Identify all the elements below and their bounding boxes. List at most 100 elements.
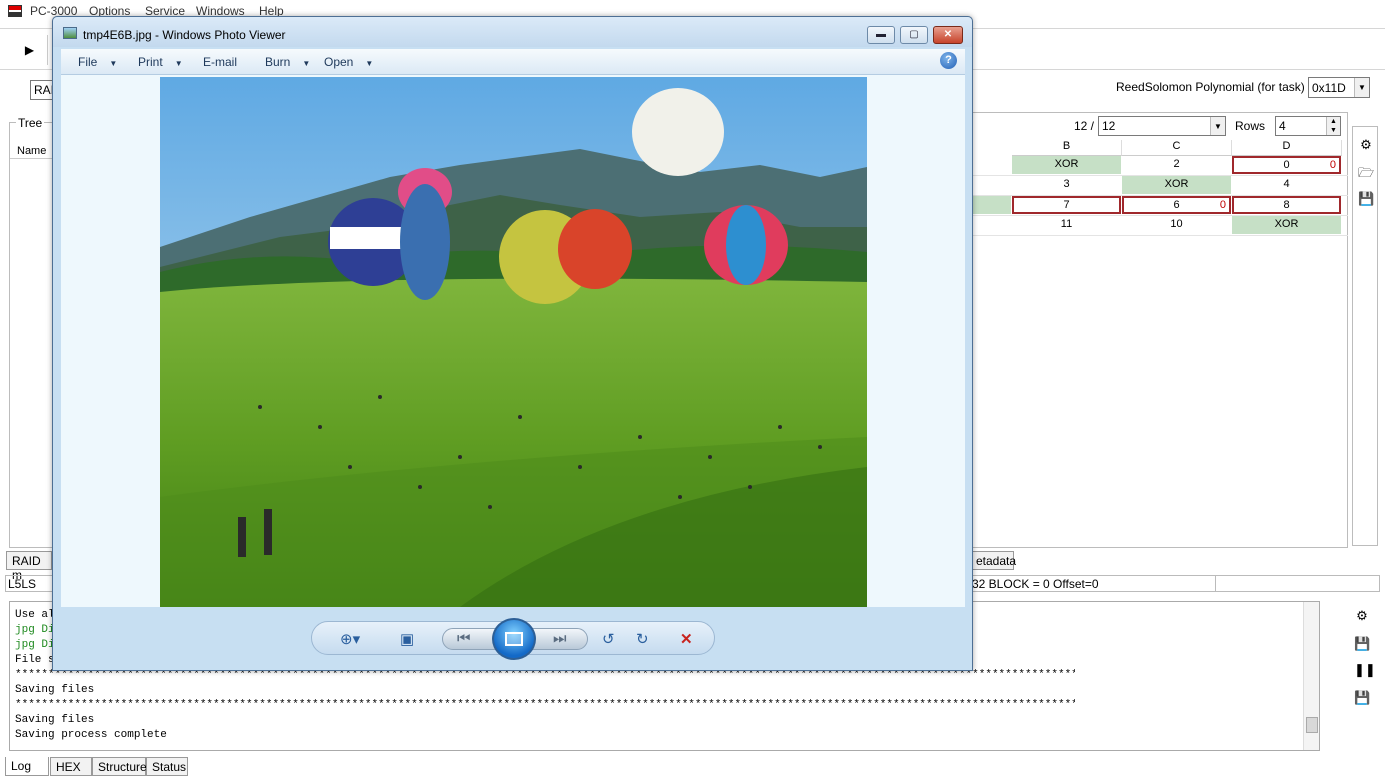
log-toolbar: ⚙ 💾 ❚❚ 💾	[1322, 606, 1380, 746]
photo-viewer-window[interactable]: tmp4E6B.jpg - Windows Photo Viewer ▬ ▢ ✕…	[52, 16, 973, 671]
balloon-festival-photo	[160, 77, 867, 607]
chevron-down-icon: ▼	[302, 59, 311, 68]
tab-raid[interactable]: RAID m	[6, 551, 52, 582]
open-folder-icon[interactable]: 🗁	[1358, 165, 1374, 181]
rows-value: 4	[1279, 119, 1286, 133]
log-line: Use al	[15, 609, 55, 621]
log-line: Saving process complete	[15, 729, 167, 741]
grid-cell-selected[interactable]: 0 0	[1232, 156, 1341, 174]
tab-status[interactable]: Status	[146, 757, 188, 776]
count-select[interactable]: 12 ▼	[1098, 116, 1226, 136]
tree-divider	[10, 158, 54, 159]
rotate-clockwise-icon[interactable]: ↻	[636, 630, 649, 648]
menu-file[interactable]: File ▼	[78, 55, 117, 69]
minimize-button[interactable]: ▬	[867, 26, 895, 44]
status-divider	[1215, 576, 1216, 591]
grid-cell[interactable]: 11	[1012, 216, 1121, 234]
photo-canvas[interactable]	[61, 75, 965, 607]
slideshow-icon	[505, 632, 523, 646]
log-line: Saving files	[15, 714, 95, 726]
chevron-down-icon: ▼	[365, 59, 374, 68]
pause-icon[interactable]: ❚❚	[1354, 662, 1376, 678]
grid-cell-value: 8	[1283, 199, 1290, 211]
log-scrollbar[interactable]	[1303, 602, 1319, 750]
settings-gear-icon[interactable]: ⚙	[1358, 137, 1374, 153]
grid-cell[interactable]: 10	[1122, 216, 1231, 234]
photo-viewer-controls: zoom-icon ⊕▾ ▣ ⏮ ⏭ ↺ ↻ ✕	[311, 618, 715, 660]
tab-metadata[interactable]: etadata	[970, 551, 1016, 570]
log-line: ****************************************…	[15, 699, 1075, 711]
side-toolbar: ⚙ 🗁 💾	[1352, 126, 1378, 546]
chevron-down-icon: ▼	[174, 59, 183, 68]
next-icon[interactable]: ⏭	[553, 630, 567, 647]
play-icon: ▶	[24, 43, 35, 57]
column-header-c[interactable]: C	[1122, 140, 1232, 156]
log-line: File s	[15, 654, 55, 666]
grid-row-line	[973, 235, 1348, 236]
column-header-b[interactable]: B	[1012, 140, 1122, 156]
grid-cell-selected[interactable]: 6 0	[1122, 196, 1231, 214]
log-scroll-thumb[interactable]	[1306, 717, 1318, 733]
grid-cell-selected[interactable]: 7	[1012, 196, 1121, 214]
grid-cell[interactable]: 2	[1122, 156, 1231, 174]
status-left: L5LS	[8, 577, 37, 591]
play-button[interactable]: ▶	[12, 35, 48, 65]
settings-gear-icon[interactable]: ⚙	[1354, 608, 1370, 624]
rows-label: Rows	[1235, 119, 1266, 133]
rotate-counterclockwise-icon[interactable]: ↺	[602, 630, 615, 648]
tree-panel	[9, 122, 55, 548]
tree-name-column[interactable]: Name	[17, 145, 46, 157]
fit-window-icon[interactable]: ▣	[400, 630, 414, 648]
save-icon[interactable]: 💾	[1358, 191, 1374, 207]
tree-legend: Tree	[16, 116, 45, 130]
zoom-glyph: ⊕▾	[340, 631, 361, 648]
column-header-d[interactable]: D	[1232, 140, 1342, 156]
photo-viewer-icon	[63, 27, 77, 39]
chevron-down-icon[interactable]: ▼	[1354, 78, 1369, 97]
menu-burn[interactable]: Burn ▼	[265, 55, 310, 69]
grid-cell-value: 0	[1283, 159, 1290, 171]
count-label: 12 /	[1074, 119, 1095, 133]
tab-structure[interactable]: Structure	[92, 757, 147, 776]
grid-cell-value: 7	[1063, 199, 1070, 211]
grid-cell-error-count: 0	[1219, 199, 1226, 211]
photo-viewer-titlebar[interactable]: tmp4E6B.jpg - Windows Photo Viewer ▬ ▢ ✕	[53, 17, 972, 47]
grid-cell[interactable]: 4	[1232, 176, 1341, 194]
log-line: jpg Di	[15, 639, 55, 651]
previous-icon[interactable]: ⏮	[457, 630, 471, 647]
rs-polynomial-label: ReedSolomon Polynomial (for task)	[1116, 80, 1305, 94]
maximize-button[interactable]: ▢	[900, 26, 928, 44]
grid-cell[interactable]: XOR	[1232, 216, 1341, 234]
grid-cell[interactable]: XOR	[1122, 176, 1231, 194]
help-icon[interactable]: ?	[940, 52, 957, 69]
save-icon[interactable]: 💾	[1354, 636, 1370, 652]
menu-email[interactable]: E-mail	[203, 55, 237, 69]
grid-cell-selected[interactable]: 8	[1232, 196, 1341, 214]
app-logo-icon	[8, 5, 22, 17]
grid-cell-partial[interactable]	[973, 196, 1011, 214]
rs-polynomial-select[interactable]: 0x11D ▼	[1308, 77, 1370, 98]
rs-polynomial-value: 0x11D	[1312, 81, 1346, 95]
tab-log[interactable]: Log	[5, 757, 49, 776]
grid-cell[interactable]: 3	[1012, 176, 1121, 194]
save-as-icon[interactable]: 💾	[1354, 690, 1370, 706]
chevron-down-icon: ▼	[109, 59, 118, 68]
rows-spinner[interactable]: 4 ▲ ▼	[1275, 116, 1341, 136]
chevron-down-icon[interactable]: ▼	[1210, 117, 1225, 135]
close-button[interactable]: ✕	[933, 26, 963, 44]
spin-arrows-icon[interactable]: ▲ ▼	[1326, 117, 1340, 135]
count-value: 12	[1102, 119, 1116, 133]
delete-icon[interactable]: ✕	[680, 630, 693, 648]
tab-hex[interactable]: HEX	[50, 757, 92, 776]
grid-cell[interactable]: XOR	[1012, 156, 1121, 174]
grid-cell-value: 6	[1173, 199, 1180, 211]
status-right: 32 BLOCK = 0 Offset=0	[972, 577, 1099, 591]
log-line: Saving files	[15, 684, 95, 696]
log-line: jpg Di	[15, 624, 55, 636]
photo-viewer-title: tmp4E6B.jpg - Windows Photo Viewer	[83, 28, 286, 42]
grid-cell-error-count: 0	[1329, 159, 1336, 171]
menu-open[interactable]: Open ▼	[324, 55, 373, 69]
slideshow-button[interactable]	[492, 618, 536, 660]
photo-viewer-menubar: File ▼ Print ▼ E-mail Burn ▼ Open ▼ ?	[61, 49, 965, 75]
menu-print[interactable]: Print ▼	[138, 55, 183, 69]
